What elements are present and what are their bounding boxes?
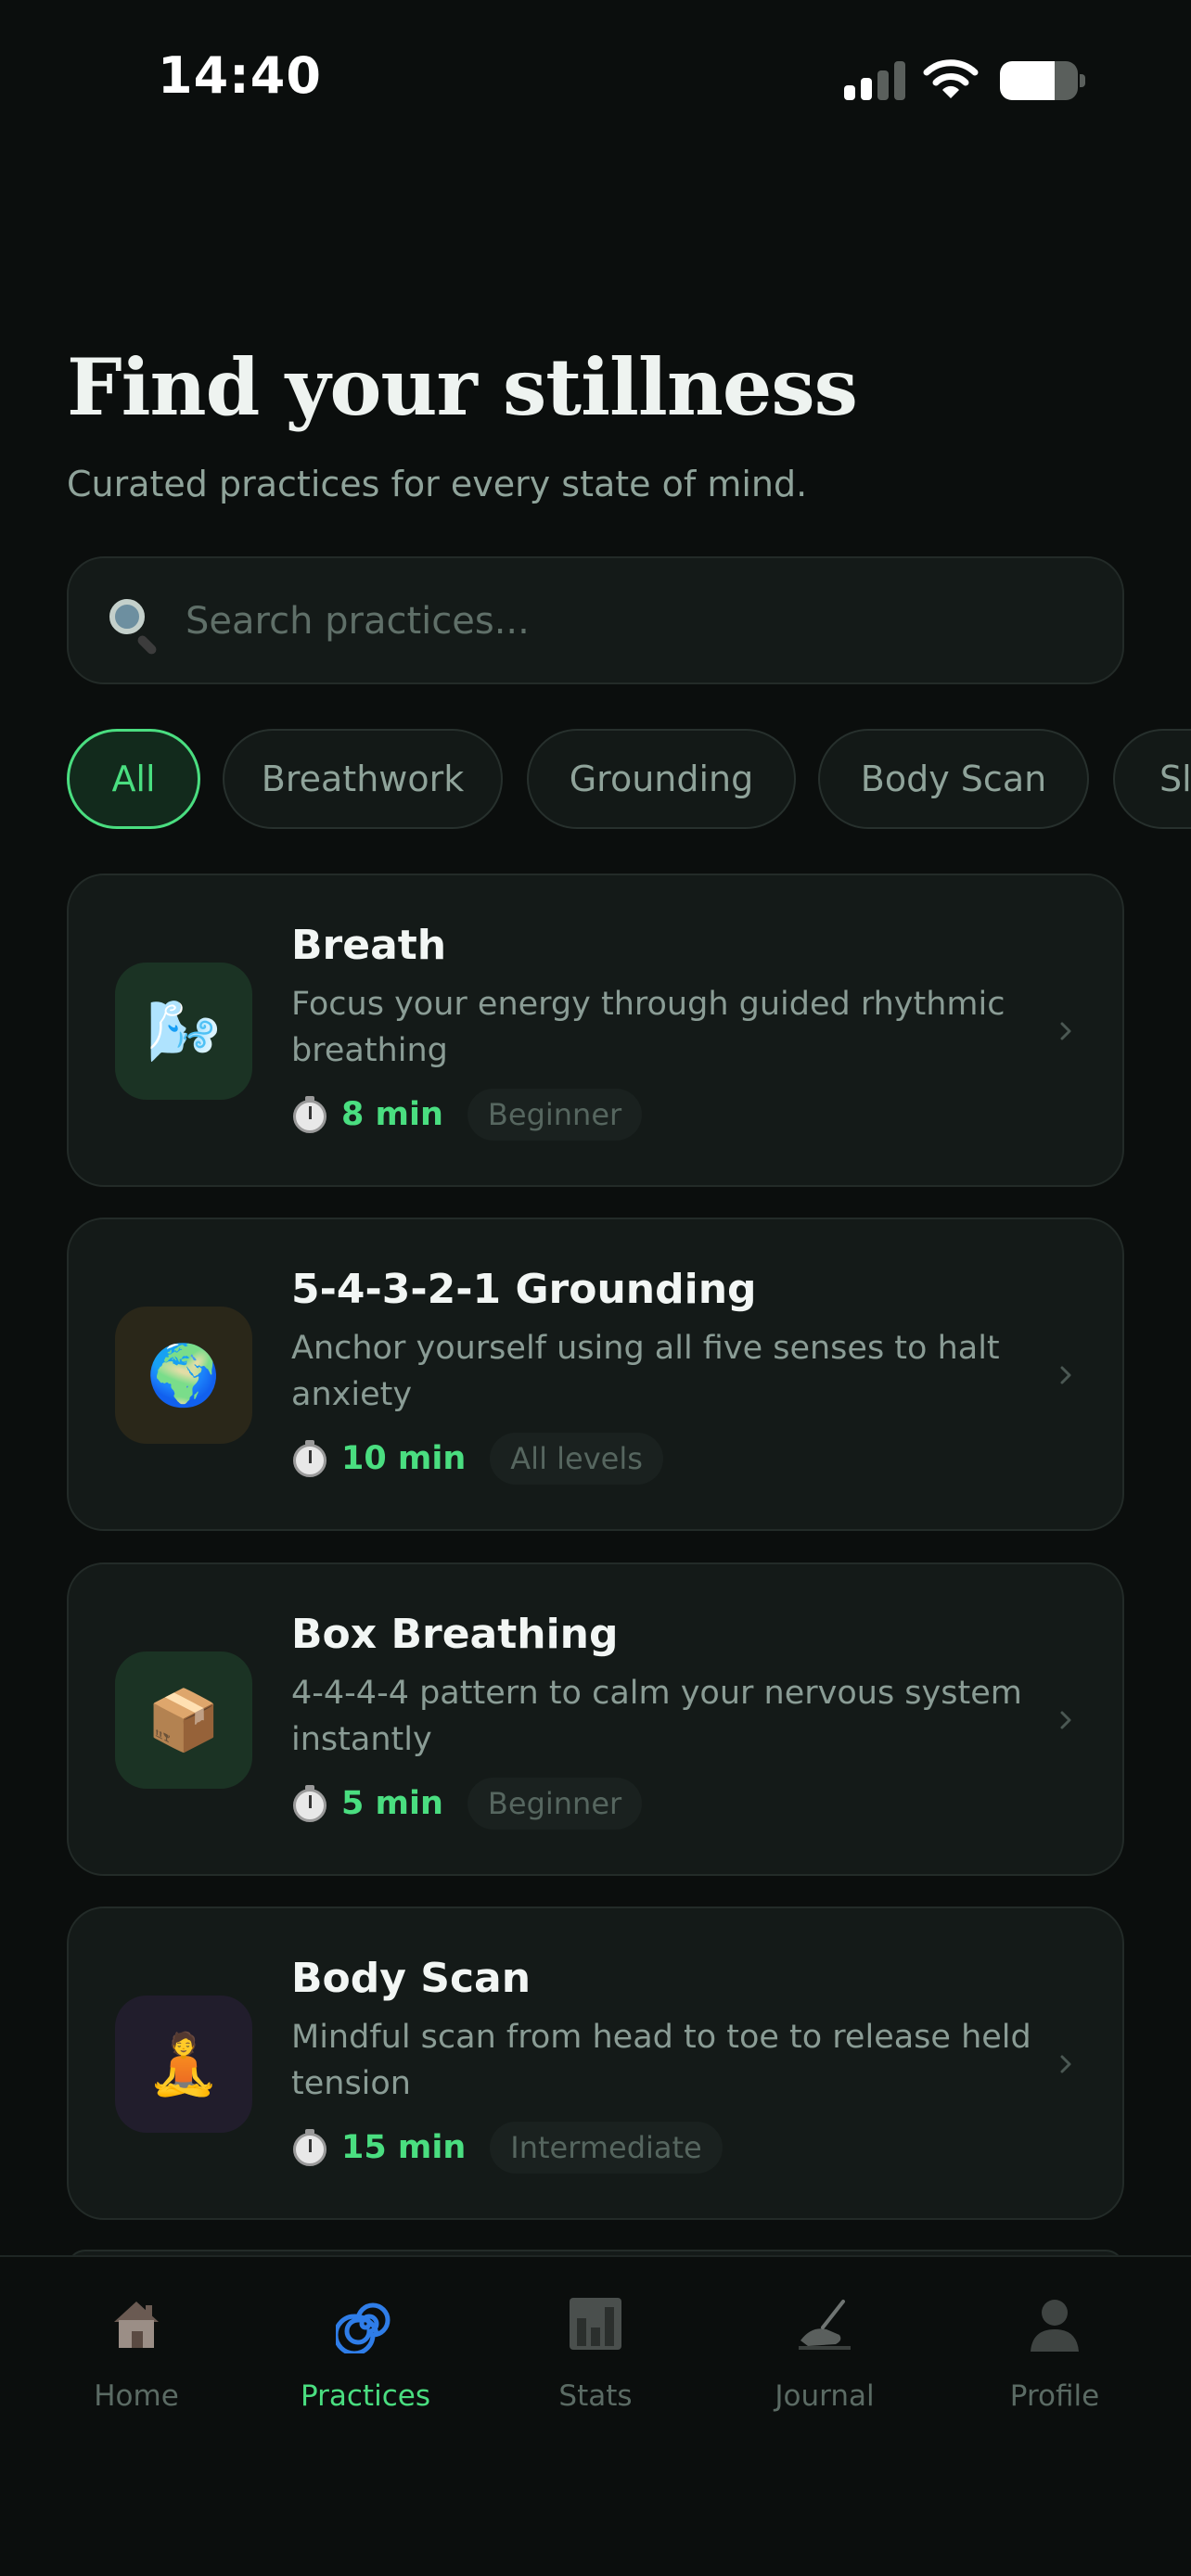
person-silhouette-icon — [1031, 2300, 1079, 2352]
search-input[interactable] — [186, 592, 1076, 651]
practice-card-grounding[interactable]: 🌍 5-4-3-2-1 Grounding Anchor yourself us… — [67, 1218, 1124, 1531]
nav-label: Stats — [558, 2379, 633, 2413]
level-badge: Intermediate — [490, 2122, 723, 2174]
practice-card-breath[interactable]: 🌬️ Breath Focus your energy through guid… — [67, 874, 1124, 1187]
practice-title: Breath — [291, 922, 447, 969]
cellular-signal-icon — [844, 61, 905, 100]
search-bar[interactable] — [67, 556, 1124, 684]
globe-icon: 🌍 — [115, 1307, 252, 1444]
filter-chip-breathwork[interactable]: Breathwork — [223, 729, 503, 829]
practice-meta: 15 min Intermediate — [291, 2122, 723, 2174]
nav-item-profile[interactable]: Profile — [962, 2294, 1147, 2424]
practice-title: Body Scan — [291, 1955, 531, 2002]
meditating-person-icon: 🧘 — [115, 1996, 252, 2133]
nav-label: Practices — [301, 2379, 430, 2413]
chevron-right-icon — [1060, 1022, 1071, 1040]
level-badge: All levels — [490, 1433, 663, 1485]
nav-item-journal[interactable]: Journal — [732, 2294, 917, 2424]
nav-item-home[interactable]: Home — [44, 2294, 229, 2424]
filter-chip-all[interactable]: All — [67, 729, 200, 829]
filter-chip-grounding[interactable]: Grounding — [527, 729, 796, 829]
nav-item-stats[interactable]: Stats — [503, 2294, 688, 2424]
package-box-icon: 📦 — [115, 1651, 252, 1789]
filter-chip-sleep[interactable]: Sl — [1113, 729, 1191, 829]
level-badge: Beginner — [467, 1778, 643, 1830]
practice-meta: 8 min Beginner — [291, 1089, 643, 1141]
writing-hand-icon — [799, 2300, 851, 2350]
status-time: 14:40 — [158, 46, 322, 105]
chevron-right-icon — [1060, 1366, 1071, 1384]
practice-duration: 15 min — [341, 2129, 467, 2166]
chevron-right-icon — [1060, 1711, 1071, 1729]
practice-duration: 5 min — [341, 1785, 443, 1822]
stopwatch-icon — [291, 1440, 328, 1477]
practice-card-body-scan[interactable]: 🧘 Body Scan Mindful scan from head to to… — [67, 1906, 1124, 2220]
battery-icon — [1000, 61, 1085, 100]
bar-chart-icon — [570, 2298, 621, 2350]
nav-item-practices[interactable]: Practices — [273, 2294, 458, 2424]
level-badge: Beginner — [467, 1089, 643, 1141]
bottom-nav: Home Practices Stats Journal Profile — [0, 2255, 1191, 2576]
wifi-icon — [923, 59, 979, 98]
nav-label: Profile — [1009, 2379, 1100, 2413]
practice-meta: 10 min All levels — [291, 1433, 663, 1485]
practice-card-box-breathing[interactable]: 📦 Box Breathing 4-4-4-4 pattern to calm … — [67, 1562, 1124, 1876]
practice-description: Mindful scan from head to toe to release… — [291, 2019, 1031, 2102]
search-icon — [106, 595, 161, 657]
face-exhaling-icon: 🌬️ — [115, 963, 252, 1100]
practice-description: Anchor yourself using all five senses to… — [291, 1330, 1000, 1413]
practice-duration: 8 min — [341, 1096, 443, 1133]
practice-description: Focus your energy through guided rhythmi… — [291, 986, 1005, 1069]
page-title: Find your stillness — [67, 341, 858, 433]
practice-title: Box Breathing — [291, 1611, 619, 1658]
status-bar: 14:40 — [0, 0, 1191, 158]
practice-description: 4-4-4-4 pattern to calm your nervous sys… — [291, 1675, 1022, 1758]
filter-chip-body-scan[interactable]: Body Scan — [818, 729, 1089, 829]
house-icon — [114, 2302, 159, 2348]
spiral-icon — [336, 2302, 391, 2353]
practices-screen: 14:40 Find your stillness Curated practi… — [0, 0, 1191, 2576]
practice-duration: 10 min — [341, 1440, 467, 1477]
stopwatch-icon — [291, 2129, 328, 2166]
stopwatch-icon — [291, 1785, 328, 1822]
practice-title: 5-4-3-2-1 Grounding — [291, 1266, 757, 1313]
stopwatch-icon — [291, 1096, 328, 1133]
chevron-right-icon — [1060, 2055, 1071, 2073]
nav-label: Home — [94, 2379, 179, 2413]
page-subtitle: Curated practices for every state of min… — [67, 464, 808, 504]
nav-label: Journal — [775, 2379, 875, 2413]
practice-meta: 5 min Beginner — [291, 1778, 643, 1830]
